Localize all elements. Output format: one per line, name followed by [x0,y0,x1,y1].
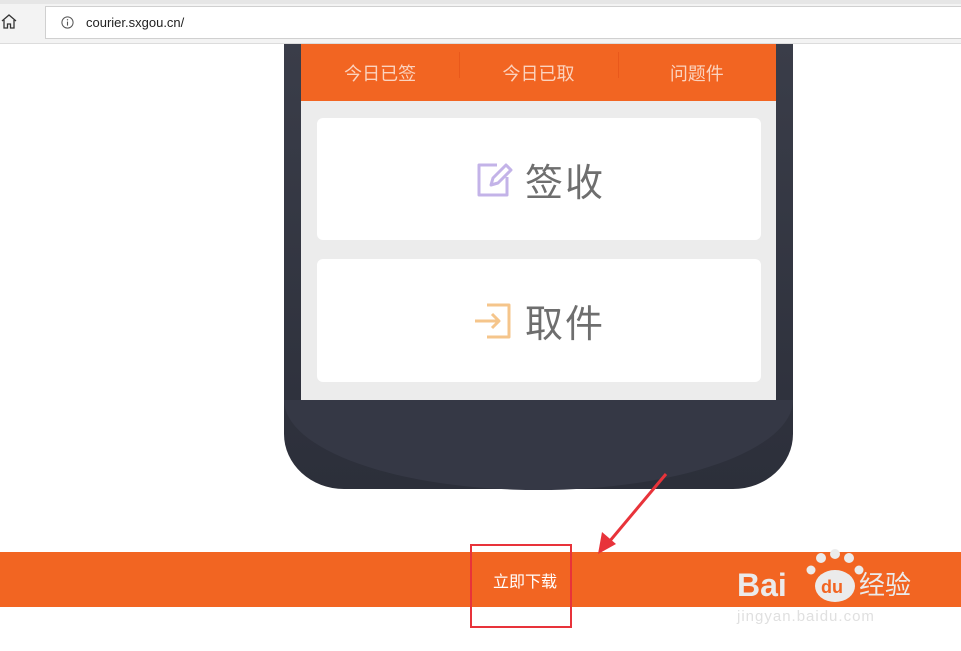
edit-icon [477,163,513,197]
stats-bar: 今日已签 今日已取 问题件 [301,44,776,101]
stat-label: 问题件 [669,63,724,85]
svg-text:经验: 经验 [859,571,911,601]
info-icon[interactable] [61,16,74,29]
stat-label: 今日已取 [502,63,575,85]
home-icon[interactable] [1,13,17,31]
pickup-button[interactable]: 取件 [317,259,761,382]
address-bar[interactable]: courier.sxgou.cn/ [45,6,961,39]
stat-problem-items[interactable]: 问题件 [617,44,776,101]
sign-receipt-label: 签收 [524,160,605,205]
svg-text:Bai: Bai [737,567,787,603]
watermark-domain: jingyan.baidu.com [737,608,875,625]
stat-picked-today[interactable]: 今日已取 [459,44,617,101]
login-arrow-icon [474,303,511,338]
stat-label: 今日已签 [344,63,417,85]
pickup-label: 取件 [524,302,605,346]
download-button-highlight[interactable] [470,544,572,628]
annotation-arrow-icon [598,473,668,554]
url-text[interactable]: courier.sxgou.cn/ [86,15,184,30]
sign-receipt-button[interactable]: 签收 [317,118,761,240]
stat-signed-today[interactable]: 今日已签 [301,44,459,101]
browser-toolbar: courier.sxgou.cn/ [0,0,961,44]
tab-strip [0,0,961,4]
svg-text:du: du [821,577,843,597]
phone-screen: 今日已签 今日已取 问题件 签收 取件 [301,44,776,400]
